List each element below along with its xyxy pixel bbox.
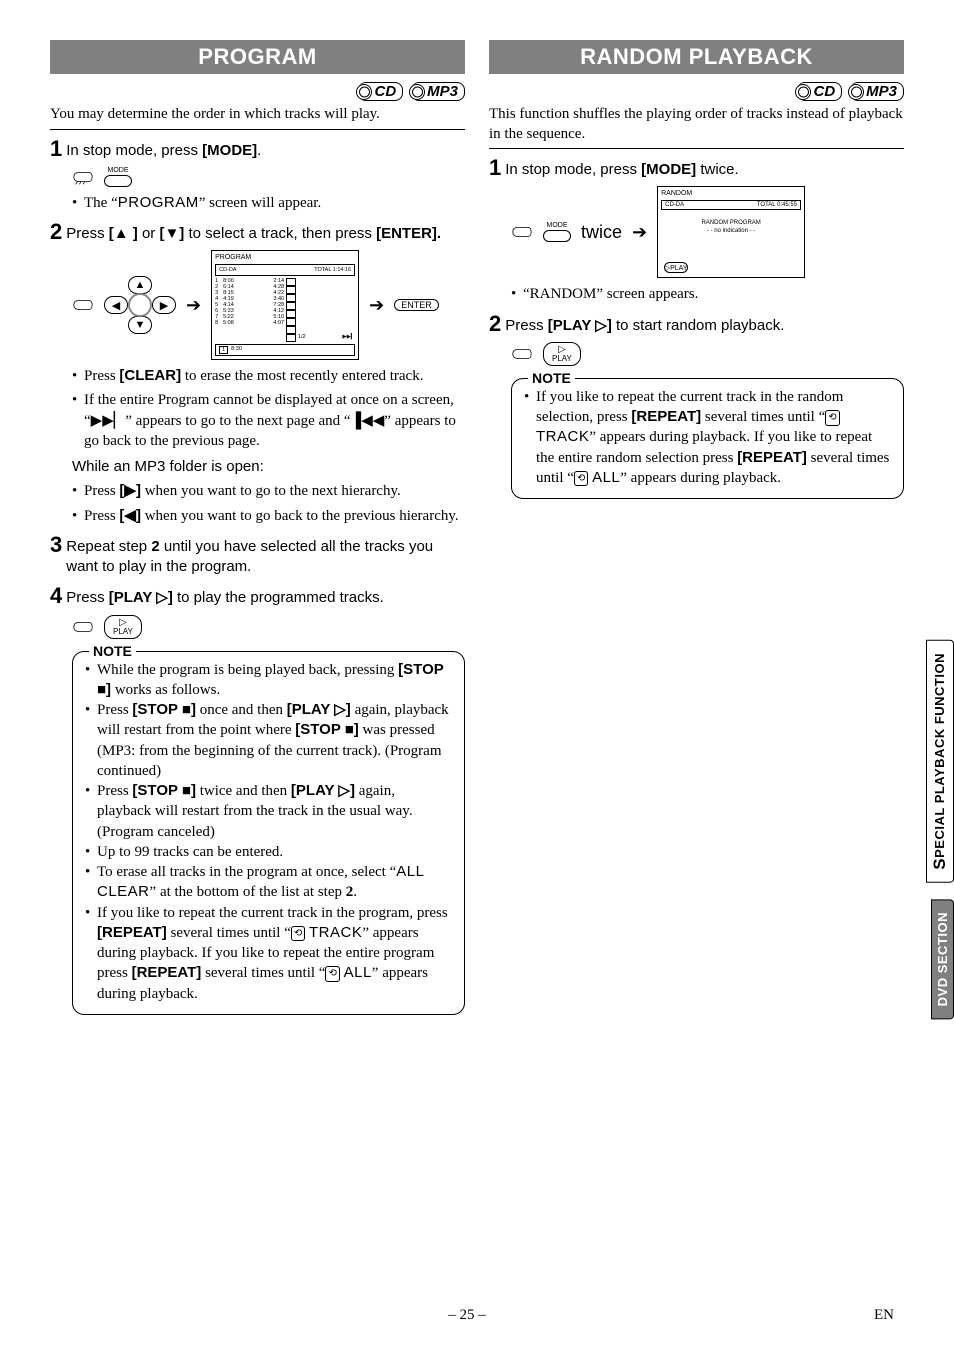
arrow-icon: ➔: [186, 295, 201, 316]
repeat-icon: ⟲: [291, 926, 305, 942]
random-header: RANDOM PLAYBACK: [489, 40, 904, 74]
random-step-1: 1 In stop mode, press [MODE] twice.: [489, 157, 904, 180]
program-step-3: 3 Repeat step 2 until you have selected …: [50, 534, 465, 578]
page-lang: EN: [874, 1307, 894, 1324]
arrow-icon: ➔: [369, 295, 384, 316]
hand-icon: [72, 618, 94, 636]
mp3-heading: While an MP3 folder is open:: [72, 457, 465, 477]
program-intro: You may determine the order in which tra…: [50, 105, 465, 125]
dpad-figure: ▲ ◀▶ ▼ ➔ PROGRAM CD-DA TOTAL 1:14:16 18:…: [72, 250, 465, 360]
page-number: – 25 –: [448, 1307, 486, 1324]
program-note-box: NOTE While the program is being played b…: [72, 651, 465, 1015]
mode-label: MODE: [108, 167, 129, 174]
step-number: 4: [50, 585, 62, 607]
random-note-box: NOTE If you like to repeat the current t…: [511, 378, 904, 499]
cd-badge: CD: [358, 82, 403, 101]
enter-button-icon: ENTER: [394, 299, 439, 311]
random-figure: MODE twice ➔ RANDOM CD-DA TOTAL 0:45:55 …: [511, 186, 904, 278]
random-step-2: 2 Press [PLAY ▷] to start random playbac…: [489, 313, 904, 336]
arrow-icon: ➔: [632, 222, 647, 243]
step-number: 1: [50, 138, 62, 160]
step-text: In stop mode, press: [66, 142, 202, 159]
play-button-icon: ▷ PLAY: [543, 342, 581, 366]
hand-icon: [72, 296, 94, 314]
side-tabs: SSPECIAL PLAYBACK FUNCTIONPECIAL PLAYBAC…: [926, 640, 954, 1019]
mode-button-icon: MODE: [104, 167, 132, 187]
play-button-figure: ▷ PLAY: [72, 615, 465, 639]
mp3-next-hierarchy: Press [▶] when you want to go to the nex…: [72, 481, 465, 501]
mp3-prev-hierarchy: Press [◀] when you want to go back to th…: [72, 506, 465, 526]
hand-icon: [511, 345, 533, 363]
play-button-icon: ▷ PLAY: [104, 615, 142, 639]
program-header: PROGRAM: [50, 40, 465, 74]
step-text: .: [257, 142, 261, 159]
random-intro: This function shuffles the playing order…: [489, 105, 904, 144]
dpad-icon: ▲ ◀▶ ▼: [104, 275, 176, 335]
program-section: PROGRAM CD MP3 You may determine the ord…: [50, 40, 465, 1015]
note-label: NOTE: [89, 642, 136, 661]
tab-special-playback[interactable]: SSPECIAL PLAYBACK FUNCTIONPECIAL PLAYBAC…: [926, 640, 954, 883]
program-step-4: 4 Press [PLAY ▷] to play the programmed …: [50, 585, 465, 608]
program-step-2: 2 Press [▲ ] or [▼] to select a track, t…: [50, 221, 465, 244]
mode-button-figure: MODE: [72, 167, 465, 187]
random-section: RANDOM PLAYBACK CD MP3 This function shu…: [489, 40, 904, 1015]
step-number: 2: [50, 221, 62, 243]
page-footer: – 25 – EN: [0, 1307, 954, 1324]
random-screen: RANDOM CD-DA TOTAL 0:45:55 RANDOM PROGRA…: [657, 186, 805, 278]
repeat-icon: ⟲: [825, 410, 839, 426]
mode-key: [MODE]: [202, 142, 257, 159]
play-button-figure: ▷ PLAY: [511, 342, 904, 366]
program-screen-note: The “PROGRAM” screen will appear.: [72, 193, 465, 213]
random-screen-note: “RANDOM” screen appears.: [511, 284, 904, 304]
hand-icon: [72, 168, 94, 186]
cd-badge: CD: [797, 82, 842, 101]
program-screen: PROGRAM CD-DA TOTAL 1:14:16 18:002:14 26…: [211, 250, 359, 360]
mp3-badge: MP3: [850, 82, 904, 101]
step-number: 1: [489, 157, 501, 179]
tab-dvd-section[interactable]: DVD SECTION: [931, 899, 954, 1019]
step-number: 2: [489, 313, 501, 335]
page-note: If the entire Program cannot be displaye…: [72, 390, 465, 451]
repeat-icon: ⟲: [325, 966, 339, 982]
mp3-badge: MP3: [411, 82, 465, 101]
hand-icon: [511, 223, 533, 241]
clear-note: Press [CLEAR] to erase the most recently…: [72, 366, 465, 386]
twice-label: twice: [581, 222, 622, 243]
repeat-icon: ⟲: [574, 471, 588, 487]
play-icon: ▷PLAY: [664, 262, 688, 273]
program-step-1: 1 In stop mode, press [MODE].: [50, 138, 465, 161]
note-label: NOTE: [528, 369, 575, 388]
mode-button-icon: MODE: [543, 222, 571, 242]
step-number: 3: [50, 534, 62, 556]
